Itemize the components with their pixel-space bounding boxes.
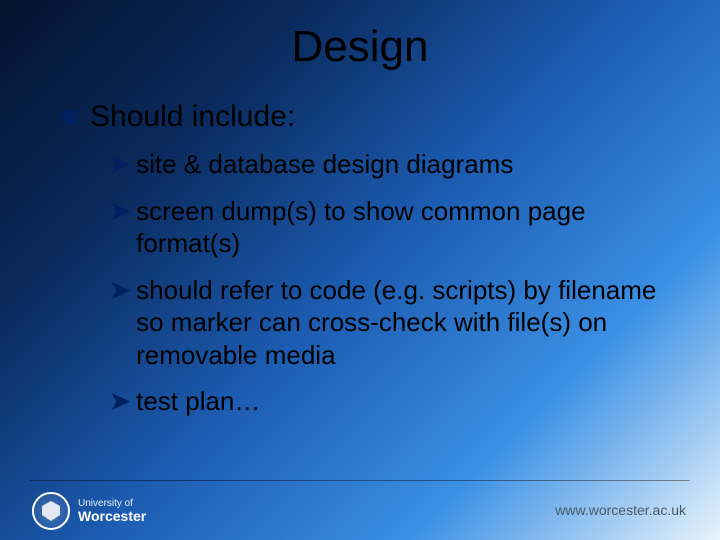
square-bullet-icon — [62, 110, 76, 124]
chevron-right-icon: ➤ — [110, 276, 130, 306]
footer: University of Worcester www.worcester.ac… — [0, 480, 720, 540]
list-item: Should include: — [62, 100, 680, 134]
crest-icon — [32, 492, 70, 530]
divider — [30, 480, 690, 481]
list-item: ➤ site & database design diagrams — [110, 148, 680, 181]
list-item: ➤ screen dump(s) to show common page for… — [110, 195, 680, 260]
item-text: test plan… — [136, 385, 260, 418]
slide-content: Should include: ➤ site & database design… — [62, 100, 680, 418]
sub-list: ➤ site & database design diagrams ➤ scre… — [110, 148, 680, 418]
list-item: ➤ test plan… — [110, 385, 680, 418]
heading-text: Should include: — [90, 100, 295, 134]
footer-url: www.worcester.ac.uk — [555, 502, 686, 518]
chevron-right-icon: ➤ — [110, 387, 130, 417]
chevron-right-icon: ➤ — [110, 197, 130, 227]
item-text: should refer to code (e.g. scripts) by f… — [136, 274, 680, 372]
list-item: ➤ should refer to code (e.g. scripts) by… — [110, 274, 680, 372]
item-text: site & database design diagrams — [136, 148, 513, 181]
logo: University of Worcester — [32, 492, 146, 530]
item-text: screen dump(s) to show common page forma… — [136, 195, 680, 260]
slide-title: Design — [0, 22, 720, 72]
chevron-right-icon: ➤ — [110, 150, 130, 180]
slide: Design Should include: ➤ site & database… — [0, 0, 720, 540]
logo-text: University of Worcester — [78, 498, 146, 524]
org-line2: Worcester — [78, 509, 146, 524]
org-line1: University of — [78, 498, 146, 509]
